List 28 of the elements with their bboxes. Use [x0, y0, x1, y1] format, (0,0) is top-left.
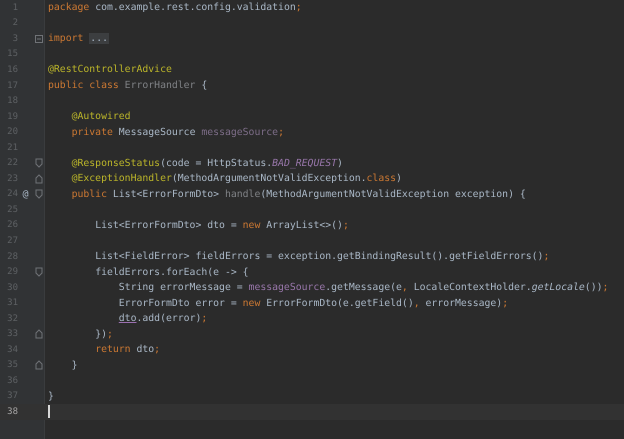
code-line: @RestControllerAdvice: [48, 64, 172, 76]
code-line: List<FieldError> fieldErrors = exception.getBindingResult().getFieldErrors();: [95, 251, 550, 262]
code-line: import ...: [48, 33, 109, 44]
fold-icon[interactable]: [35, 360, 43, 370]
fold-icon[interactable]: [35, 189, 43, 200]
code-line: package com.example.rest.config.validation;: [48, 2, 302, 14]
code-line: @Autowired: [72, 111, 131, 122]
code-line: return dto;: [95, 344, 160, 356]
fold-icon[interactable]: [35, 174, 43, 184]
code-line: public List<ErrorFormDto> handle(MethodArgumentNotValidException exception) {: [72, 188, 526, 200]
code-line: fieldErrors.forEach(e -> {: [95, 266, 249, 278]
code-line: dto.add(error);: [118, 313, 208, 324]
code-line: }: [72, 360, 78, 371]
fold-icon[interactable]: [35, 158, 43, 168]
code-line: List<ErrorFormDto> dto = new ArrayList<>();: [95, 220, 349, 231]
code-line: private MessageSource messageSource;: [72, 126, 284, 138]
code-line: @ExceptionHandler(MethodArgumentNotValidException.class): [72, 173, 402, 184]
code-line: }: [48, 390, 54, 402]
code-line: @ResponseStatus(code = HttpStatus.BAD_REQUEST): [72, 158, 343, 169]
code-line: });: [95, 328, 113, 340]
fold-icon[interactable]: [35, 267, 43, 278]
fold-icon[interactable]: [35, 329, 43, 340]
override-marker[interactable]: @: [22, 188, 29, 200]
fold-icon[interactable]: [35, 34, 43, 44]
code-line: String errorMessage = messageSource.getMessage(e, LocaleContextHolder.getLocale());: [118, 282, 608, 294]
code-line: public class ErrorHandler {: [48, 80, 208, 91]
line-number: 38: [7, 406, 18, 417]
code-line: ErrorFormDto error = new ErrorFormDto(e.getField(), errorMessage);: [118, 298, 508, 309]
